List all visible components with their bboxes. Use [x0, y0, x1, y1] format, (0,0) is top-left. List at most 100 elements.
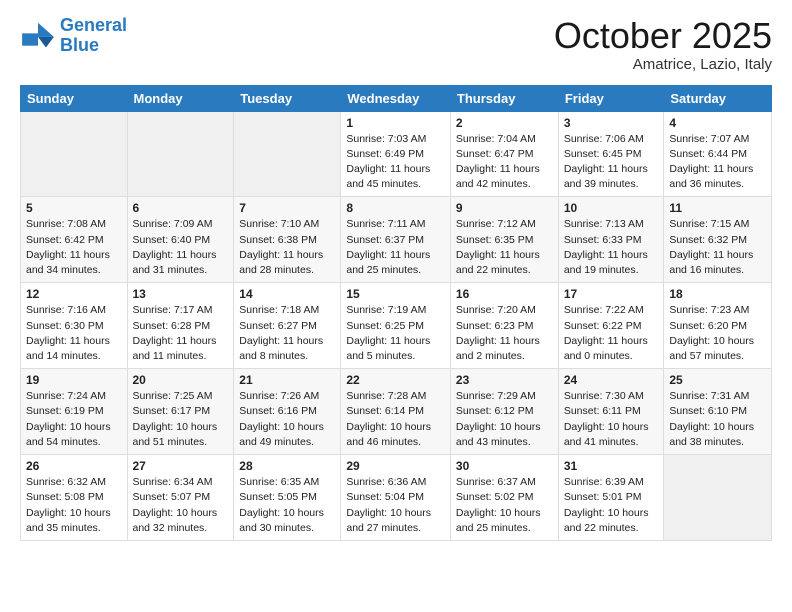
title-block: October 2025 Amatrice, Lazio, Italy [554, 16, 772, 73]
calendar-cell: 26 Sunrise: 6:32 AMSunset: 5:08 PMDayligh… [21, 455, 128, 541]
day-info: Sunrise: 7:13 AMSunset: 6:33 PMDaylight:… [564, 217, 659, 278]
logo-text: General Blue [60, 16, 127, 56]
day-info: Sunrise: 7:09 AMSunset: 6:40 PMDaylight:… [133, 217, 229, 278]
calendar-cell: 16 Sunrise: 7:20 AMSunset: 6:23 PMDayligh… [450, 283, 558, 369]
day-info: Sunrise: 7:24 AMSunset: 6:19 PMDaylight:… [26, 389, 122, 450]
day-info: Sunrise: 7:12 AMSunset: 6:35 PMDaylight:… [456, 217, 553, 278]
calendar-cell: 8Sunrise: 7:11 AMSunset: 6:37 PMDaylight… [341, 197, 451, 283]
day-info: Sunrise: 6:36 AMSunset: 5:04 PMDaylight:… [346, 475, 445, 536]
day-number: 28 [239, 459, 335, 473]
day-number: 31 [564, 459, 659, 473]
day-info: Sunrise: 7:04 AMSunset: 6:47 PMDaylight:… [456, 132, 553, 193]
day-info: Sunrise: 7:25 AMSunset: 6:17 PMDaylight:… [133, 389, 229, 450]
day-info: Sunrise: 7:30 AMSunset: 6:11 PMDaylight:… [564, 389, 659, 450]
calendar-cell: 22 Sunrise: 7:28 AMSunset: 6:14 PMDayligh… [341, 369, 451, 455]
day-number: 10 [564, 201, 659, 215]
day-number: 16 [456, 287, 553, 301]
day-number: 11 [669, 201, 766, 215]
day-number: 19 [26, 373, 122, 387]
day-info: Sunrise: 7:29 AMSunset: 6:12 PMDaylight:… [456, 389, 553, 450]
calendar-cell: 25 Sunrise: 7:31 AMSunset: 6:10 PMDayligh… [664, 369, 772, 455]
day-of-week-tuesday: Tuesday [234, 85, 341, 111]
day-number: 20 [133, 373, 229, 387]
day-number: 5 [26, 201, 122, 215]
week-row-5: 26 Sunrise: 6:32 AMSunset: 5:08 PMDayligh… [21, 455, 772, 541]
calendar-cell: 3Sunrise: 7:06 AMSunset: 6:45 PMDaylight… [558, 111, 664, 197]
day-number: 22 [346, 373, 445, 387]
calendar-cell [127, 111, 234, 197]
calendar-cell: 14 Sunrise: 7:18 AMSunset: 6:27 PMDayligh… [234, 283, 341, 369]
day-number: 8 [346, 201, 445, 215]
day-number: 14 [239, 287, 335, 301]
day-info: Sunrise: 7:16 AMSunset: 6:30 PMDaylight:… [26, 303, 122, 364]
day-number: 25 [669, 373, 766, 387]
month-title: October 2025 [554, 16, 772, 56]
week-row-2: 5 Sunrise: 7:08 AMSunset: 6:42 PMDaylight… [21, 197, 772, 283]
day-of-week-wednesday: Wednesday [341, 85, 451, 111]
day-info: Sunrise: 6:32 AMSunset: 5:08 PMDaylight:… [26, 475, 122, 536]
day-info: Sunrise: 7:28 AMSunset: 6:14 PMDaylight:… [346, 389, 445, 450]
day-info: Sunrise: 7:22 AMSunset: 6:22 PMDaylight:… [564, 303, 659, 364]
calendar-cell: 4 Sunrise: 7:07 AMSunset: 6:44 PMDaylight… [664, 111, 772, 197]
calendar-cell: 17 Sunrise: 7:22 AMSunset: 6:22 PMDayligh… [558, 283, 664, 369]
calendar-cell: 5 Sunrise: 7:08 AMSunset: 6:42 PMDaylight… [21, 197, 128, 283]
calendar: SundayMondayTuesdayWednesdayThursdayFrid… [20, 85, 772, 541]
day-info: Sunrise: 7:19 AMSunset: 6:25 PMDaylight:… [346, 303, 445, 364]
day-number: 13 [133, 287, 229, 301]
page: General Blue October 2025 Amatrice, Lazi… [0, 0, 792, 557]
calendar-cell: 13 Sunrise: 7:17 AMSunset: 6:28 PMDayligh… [127, 283, 234, 369]
day-number: 26 [26, 459, 122, 473]
calendar-cell: 23 Sunrise: 7:29 AMSunset: 6:12 PMDayligh… [450, 369, 558, 455]
day-number: 3 [564, 116, 659, 130]
calendar-header-row: SundayMondayTuesdayWednesdayThursdayFrid… [21, 85, 772, 111]
calendar-cell: 7Sunrise: 7:10 AMSunset: 6:38 PMDaylight… [234, 197, 341, 283]
day-of-week-monday: Monday [127, 85, 234, 111]
day-info: Sunrise: 7:26 AMSunset: 6:16 PMDaylight:… [239, 389, 335, 450]
day-info: Sunrise: 7:17 AMSunset: 6:28 PMDaylight:… [133, 303, 229, 364]
day-info: Sunrise: 6:34 AMSunset: 5:07 PMDaylight:… [133, 475, 229, 536]
day-of-week-sunday: Sunday [21, 85, 128, 111]
day-number: 9 [456, 201, 553, 215]
calendar-cell: 2Sunrise: 7:04 AMSunset: 6:47 PMDaylight… [450, 111, 558, 197]
day-number: 12 [26, 287, 122, 301]
calendar-cell [21, 111, 128, 197]
day-info: Sunrise: 7:15 AMSunset: 6:32 PMDaylight:… [669, 217, 766, 278]
day-number: 18 [669, 287, 766, 301]
day-info: Sunrise: 7:31 AMSunset: 6:10 PMDaylight:… [669, 389, 766, 450]
day-number: 15 [346, 287, 445, 301]
day-info: Sunrise: 6:35 AMSunset: 5:05 PMDaylight:… [239, 475, 335, 536]
day-info: Sunrise: 6:39 AMSunset: 5:01 PMDaylight:… [564, 475, 659, 536]
day-info: Sunrise: 7:07 AMSunset: 6:44 PMDaylight:… [669, 132, 766, 193]
calendar-cell: 6 Sunrise: 7:09 AMSunset: 6:40 PMDaylight… [127, 197, 234, 283]
day-info: Sunrise: 7:18 AMSunset: 6:27 PMDaylight:… [239, 303, 335, 364]
day-number: 23 [456, 373, 553, 387]
day-number: 30 [456, 459, 553, 473]
day-number: 17 [564, 287, 659, 301]
day-of-week-friday: Friday [558, 85, 664, 111]
day-number: 1 [346, 116, 445, 130]
day-info: Sunrise: 7:08 AMSunset: 6:42 PMDaylight:… [26, 217, 122, 278]
day-info: Sunrise: 7:20 AMSunset: 6:23 PMDaylight:… [456, 303, 553, 364]
calendar-cell: 15 Sunrise: 7:19 AMSunset: 6:25 PMDayligh… [341, 283, 451, 369]
week-row-3: 12 Sunrise: 7:16 AMSunset: 6:30 PMDayligh… [21, 283, 772, 369]
week-row-1: 1 Sunrise: 7:03 AMSunset: 6:49 PMDaylight… [21, 111, 772, 197]
header: General Blue October 2025 Amatrice, Lazi… [20, 16, 772, 73]
calendar-cell: 18Sunrise: 7:23 AMSunset: 6:20 PMDayligh… [664, 283, 772, 369]
day-number: 4 [669, 116, 766, 130]
calendar-cell [664, 455, 772, 541]
calendar-cell: 20 Sunrise: 7:25 AMSunset: 6:17 PMDayligh… [127, 369, 234, 455]
calendar-cell: 27Sunrise: 6:34 AMSunset: 5:07 PMDayligh… [127, 455, 234, 541]
calendar-cell: 1 Sunrise: 7:03 AMSunset: 6:49 PMDaylight… [341, 111, 451, 197]
day-info: Sunrise: 7:03 AMSunset: 6:49 PMDaylight:… [346, 132, 445, 193]
day-of-week-thursday: Thursday [450, 85, 558, 111]
week-row-4: 19 Sunrise: 7:24 AMSunset: 6:19 PMDayligh… [21, 369, 772, 455]
logo: General Blue [20, 16, 127, 56]
calendar-cell: 30Sunrise: 6:37 AMSunset: 5:02 PMDayligh… [450, 455, 558, 541]
location: Amatrice, Lazio, Italy [554, 56, 772, 73]
day-number: 29 [346, 459, 445, 473]
calendar-cell: 9 Sunrise: 7:12 AMSunset: 6:35 PMDaylight… [450, 197, 558, 283]
calendar-cell: 28 Sunrise: 6:35 AMSunset: 5:05 PMDayligh… [234, 455, 341, 541]
day-number: 6 [133, 201, 229, 215]
calendar-cell: 10 Sunrise: 7:13 AMSunset: 6:33 PMDayligh… [558, 197, 664, 283]
calendar-cell: 24Sunrise: 7:30 AMSunset: 6:11 PMDayligh… [558, 369, 664, 455]
